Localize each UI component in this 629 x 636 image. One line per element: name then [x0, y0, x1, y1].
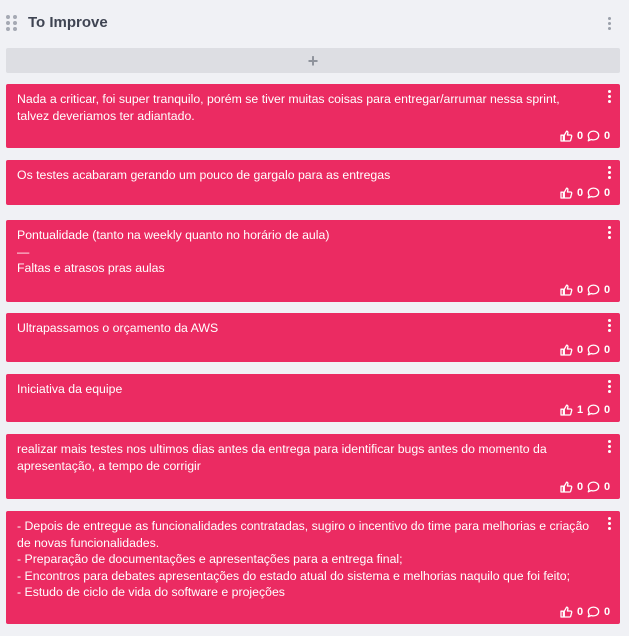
thumbs-up-icon [560, 344, 573, 356]
card[interactable]: Nada a criticar, foi super tranquilo, po… [6, 84, 620, 148]
thumbs-up-icon [560, 284, 573, 296]
comment-bubble-icon [587, 130, 600, 142]
like-button[interactable]: 0 [560, 606, 584, 618]
card[interactable]: Ultrapassamos o orçamento da AWS 0 0 [6, 313, 620, 362]
like-button[interactable]: 0 [560, 481, 584, 493]
column-menu-icon[interactable] [603, 14, 615, 32]
card-menu-icon[interactable] [604, 166, 614, 180]
comment-bubble-icon [587, 187, 600, 199]
thumbs-up-icon [560, 481, 573, 493]
card-footer: 00 [560, 187, 611, 199]
card-footer: 00 [560, 481, 611, 493]
thumbs-up-icon [560, 187, 573, 199]
thumbs-up-icon [560, 606, 573, 618]
card-menu-icon[interactable] [604, 440, 614, 454]
like-button[interactable]: 0 [560, 187, 584, 199]
like-count: 0 [576, 187, 584, 199]
like-count: 0 [576, 481, 584, 493]
card-menu-icon[interactable] [604, 90, 614, 104]
comment-count: 0 [603, 284, 611, 296]
card[interactable]: realizar mais testes nos ultimos dias an… [6, 434, 620, 499]
comment-count: 0 [603, 606, 611, 618]
comment-count: 0 [603, 187, 611, 199]
like-count: 0 [576, 344, 584, 356]
card[interactable]: Pontualidade (tanto na weekly quanto no … [6, 220, 620, 302]
comment-button[interactable]: 0 [587, 606, 611, 618]
comment-bubble-icon [587, 284, 600, 296]
drag-handle-icon[interactable] [6, 15, 18, 31]
comment-button[interactable]: 0 [587, 187, 611, 199]
thumbs-up-icon [560, 404, 573, 416]
card-menu-icon[interactable] [604, 319, 614, 333]
card-text: realizar mais testes nos ultimos dias an… [17, 442, 547, 473]
column-title: To Improve [28, 14, 108, 31]
card-footer: 00 [560, 344, 611, 356]
add-card-button[interactable]: + [6, 48, 620, 73]
comment-bubble-icon [587, 404, 600, 416]
comment-bubble-icon [587, 606, 600, 618]
like-button[interactable]: 0 [560, 344, 584, 356]
card-footer: 00 [560, 606, 611, 618]
like-button[interactable]: 0 [560, 130, 584, 142]
card-menu-icon[interactable] [604, 226, 614, 240]
card-footer: 00 [560, 130, 611, 142]
like-count: 0 [576, 606, 584, 618]
card-text: Nada a criticar, foi super tranquilo, po… [17, 92, 560, 123]
card-menu-icon[interactable] [604, 380, 614, 394]
card-menu-icon[interactable] [604, 517, 614, 531]
like-count: 0 [576, 284, 584, 296]
like-count: 0 [576, 130, 584, 142]
card[interactable]: Iniciativa da equipe 1 0 [6, 374, 620, 422]
comment-bubble-icon [587, 344, 600, 356]
card-text: Os testes acabaram gerando um pouco de g… [17, 168, 391, 182]
column-header: To Improve [0, 0, 629, 44]
like-button[interactable]: 1 [560, 404, 584, 416]
comment-count: 0 [603, 130, 611, 142]
card-text: Pontualidade (tanto na weekly quanto no … [17, 228, 330, 276]
comment-count: 0 [603, 344, 611, 356]
card-text: Iniciativa da equipe [17, 382, 123, 396]
comment-button[interactable]: 0 [587, 130, 611, 142]
card[interactable]: - Depois de entregue as funcionalidades … [6, 511, 620, 624]
like-button[interactable]: 0 [560, 284, 584, 296]
card[interactable]: Os testes acabaram gerando um pouco de g… [6, 160, 620, 205]
card-text: Ultrapassamos o orçamento da AWS [17, 321, 219, 335]
comment-button[interactable]: 0 [587, 481, 611, 493]
like-count: 1 [576, 404, 584, 416]
comment-button[interactable]: 0 [587, 284, 611, 296]
comment-count: 0 [603, 481, 611, 493]
comment-count: 0 [603, 404, 611, 416]
card-footer: 00 [560, 284, 611, 296]
thumbs-up-icon [560, 130, 573, 142]
card-footer: 10 [560, 404, 611, 416]
comment-button[interactable]: 0 [587, 344, 611, 356]
comment-button[interactable]: 0 [587, 404, 611, 416]
card-text: - Depois de entregue as funcionalidades … [17, 519, 590, 600]
comment-bubble-icon [587, 481, 600, 493]
